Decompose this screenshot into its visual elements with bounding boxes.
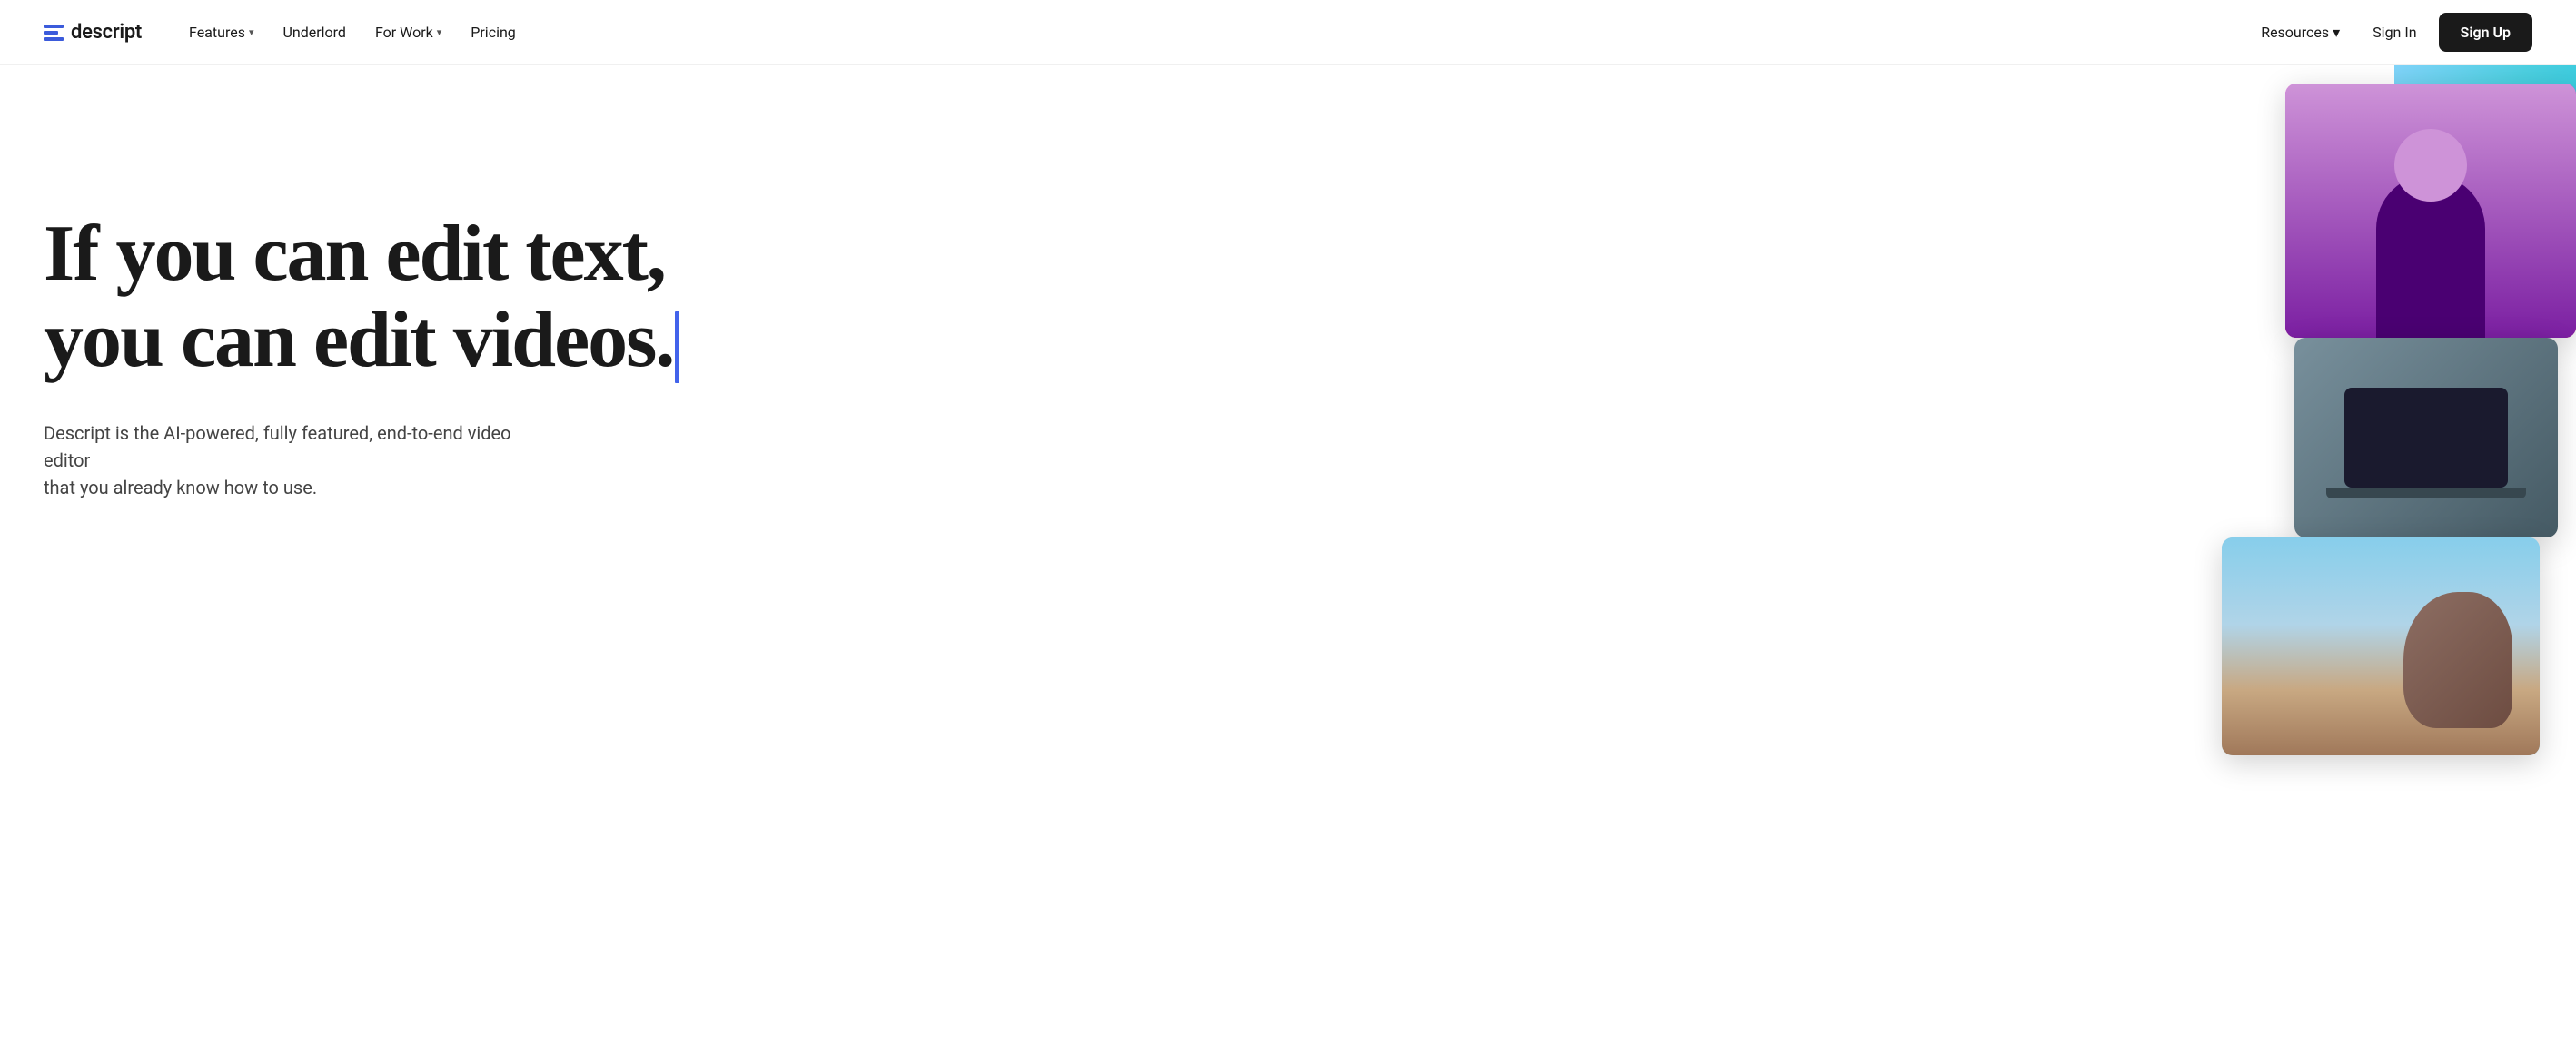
laptop-image <box>2344 388 2508 488</box>
hero-image-card-top <box>2285 84 2576 338</box>
rock-formation <box>2403 592 2512 728</box>
hero-image-card-bottom <box>2222 537 2540 755</box>
hero-images-collage <box>2195 65 2576 1055</box>
chevron-down-icon: ▾ <box>249 26 254 38</box>
logo[interactable]: descript <box>44 21 142 44</box>
hero-image-card-mid <box>2294 338 2558 537</box>
hero-content: If you can edit text, you can edit video… <box>44 138 1661 501</box>
chevron-down-icon: ▾ <box>2333 24 2340 41</box>
nav-item-features[interactable]: Features ▾ <box>178 16 264 48</box>
nav-right: Resources ▾ Sign In Sign Up <box>2250 13 2532 52</box>
logo-icon <box>44 25 64 41</box>
sign-in-link[interactable]: Sign In <box>2358 16 2431 48</box>
sign-up-button[interactable]: Sign Up <box>2439 13 2532 52</box>
nav-item-underlord[interactable]: Underlord <box>272 16 356 48</box>
hero-headline: If you can edit text, you can edit video… <box>44 211 1661 383</box>
person-image <box>2285 84 2576 338</box>
cursor-bar <box>675 311 679 383</box>
nav-item-for-work[interactable]: For Work ▾ <box>364 16 452 48</box>
nav-links: Features ▾ Underlord For Work ▾ Pricing <box>178 16 527 48</box>
hero-image-peek <box>2394 65 2576 156</box>
headline-line1: If you can edit text, <box>44 210 665 298</box>
chevron-down-icon: ▾ <box>437 26 442 38</box>
landscape-image <box>2222 537 2540 755</box>
nav-item-resources[interactable]: Resources ▾ <box>2250 16 2351 48</box>
logo-text: descript <box>71 21 142 44</box>
nav-item-pricing[interactable]: Pricing <box>460 16 527 48</box>
hero-subtext: Descript is the AI-powered, fully featur… <box>44 419 552 501</box>
headline-line2: you can edit videos. <box>44 296 679 384</box>
nav-left: descript Features ▾ Underlord For Work ▾… <box>44 16 527 48</box>
navigation: descript Features ▾ Underlord For Work ▾… <box>0 0 2576 65</box>
hero-section: If you can edit text, you can edit video… <box>0 65 2576 1055</box>
